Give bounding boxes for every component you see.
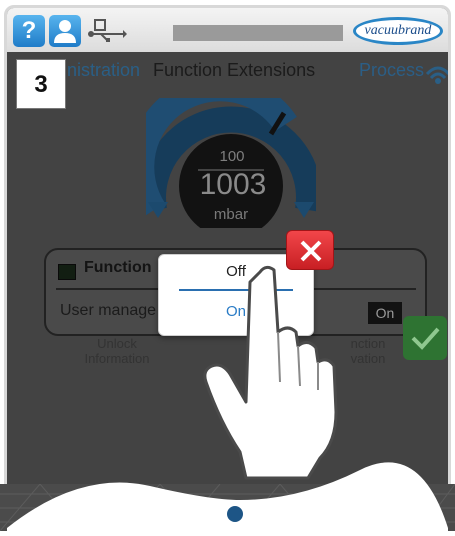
unlock-information-label: Unlock Information [84,336,150,366]
bottom-grid [0,483,455,532]
pointing-hand-icon [203,265,338,480]
pressure-unit: mbar [213,206,249,223]
checkmark-icon [411,327,440,350]
user-button[interactable] [49,15,81,47]
gauge-max-value: 100 [219,148,245,165]
wifi-icon [425,66,448,84]
tab-bar: inistration Function Extensions Process [7,52,448,86]
pressure-value: 1003 [199,168,267,201]
user-management-toggle[interactable]: On [368,302,402,324]
tab-function-extensions[interactable]: Function Extensions [153,60,315,81]
tab-administration[interactable]: inistration [63,60,140,81]
tab-process[interactable]: Process [359,60,424,81]
page-indicator-dot [227,506,243,522]
confirm-button[interactable] [403,316,447,360]
usb-icon [88,19,127,42]
panel-title: Function [84,259,152,276]
status-bar: ? vacuubrand [7,8,448,52]
user-icon [54,20,76,43]
help-button[interactable]: ? [13,15,45,47]
device-name-field [173,25,343,41]
brand-logo: vacuubrand [353,17,443,45]
list-icon [58,264,76,280]
step-number-badge: 3 [16,59,66,109]
user-management-label: User manage [60,302,157,319]
